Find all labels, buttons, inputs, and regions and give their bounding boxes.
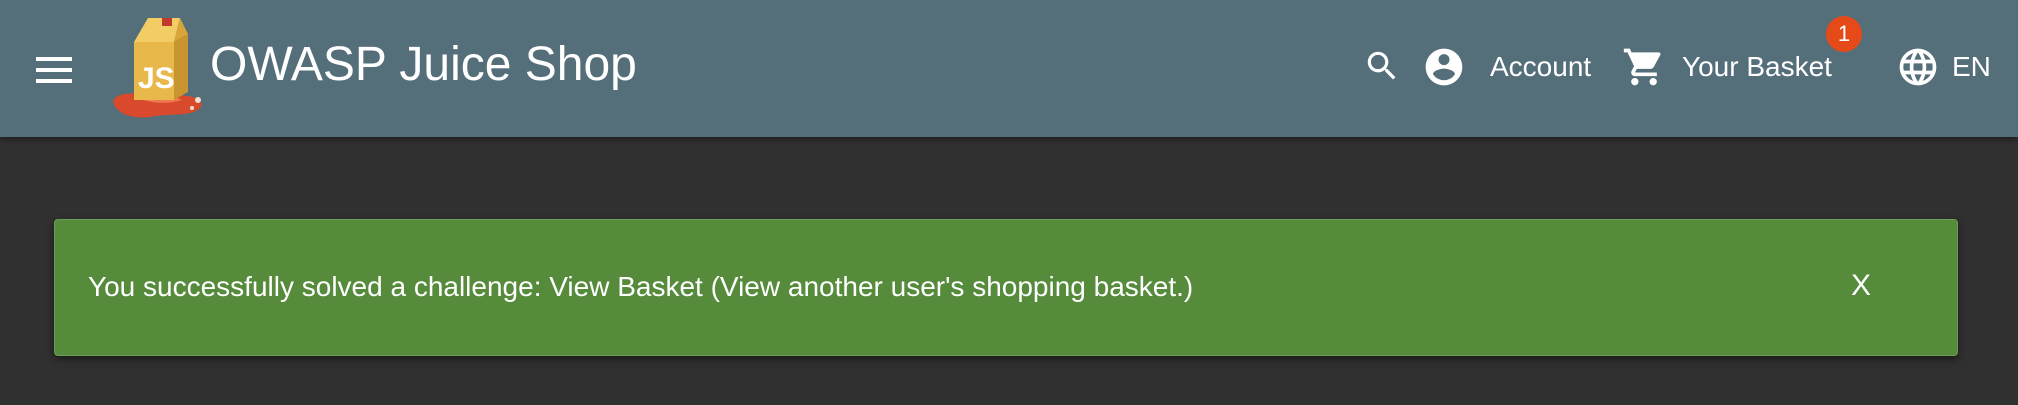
language-label: EN (1952, 51, 1991, 82)
account-circle-icon (1422, 45, 1466, 89)
your-basket-button[interactable]: Your Basket (1622, 38, 1832, 96)
challenge-solved-notification: You successfully solved a challenge: Vie… (54, 219, 1958, 356)
close-notification-button[interactable]: X (1841, 264, 1881, 308)
globe-icon (1896, 45, 1940, 89)
app-title[interactable]: OWASP Juice Shop (210, 34, 637, 96)
top-toolbar: JS OWASP Juice Shop Account Your Basket … (0, 0, 2018, 137)
svg-text:JS: JS (138, 62, 175, 95)
search-icon (1367, 51, 1396, 80)
shopping-cart-icon (1622, 45, 1666, 89)
menu-button[interactable] (28, 44, 80, 96)
hamburger-menu-icon (36, 57, 72, 83)
notification-message: You successfully solved a challenge: Vie… (88, 271, 1194, 302)
basket-count-badge: 1 (1826, 16, 1862, 52)
account-label: Account (1490, 51, 1592, 82)
language-button[interactable]: EN (1896, 38, 1991, 96)
juice-box-logo-icon[interactable]: JS (108, 12, 208, 120)
your-basket-label: Your Basket (1682, 51, 1832, 82)
account-button[interactable]: Account (1422, 38, 1591, 96)
search-button[interactable] (1358, 40, 1406, 92)
